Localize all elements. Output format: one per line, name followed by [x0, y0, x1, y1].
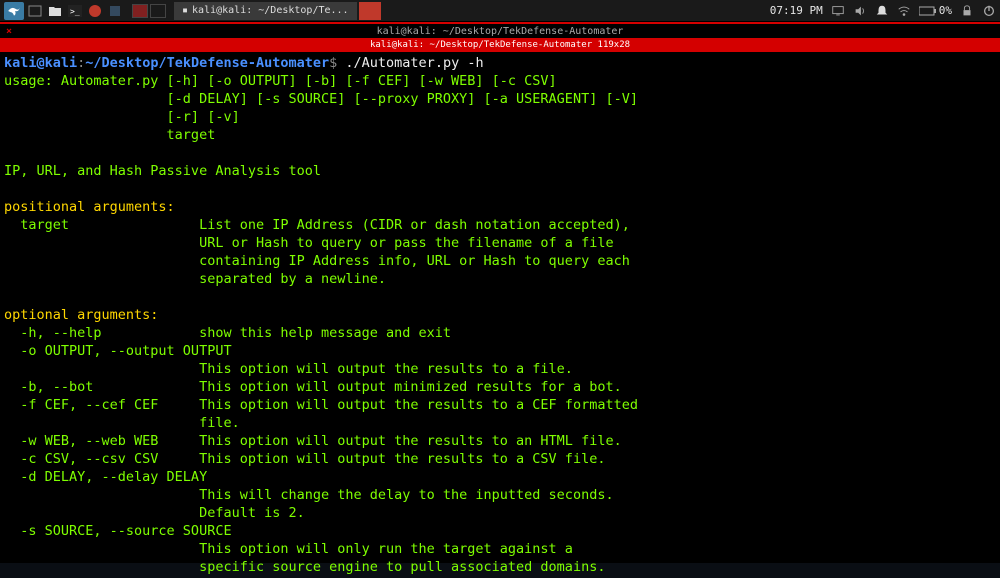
- output-line: optional arguments:: [4, 307, 158, 323]
- output-line: target List one IP Address (CIDR or dash…: [4, 217, 630, 233]
- output-line: -h, --help show this help message and ex…: [4, 325, 451, 341]
- power-icon[interactable]: [982, 4, 996, 18]
- terminal-body[interactable]: kali@kali:~/Desktop/TekDefense-Automater…: [0, 52, 1000, 578]
- output-line: -o OUTPUT, --output OUTPUT: [4, 343, 232, 359]
- clock: 07:19 PM: [770, 4, 823, 17]
- output-line: -d DELAY, --delay DELAY: [4, 469, 207, 485]
- output-line: specific source engine to pull associate…: [4, 559, 605, 575]
- prompt-user: kali@kali: [4, 55, 77, 71]
- output-line: separated by a newline.: [4, 271, 386, 287]
- terminal-launcher-button[interactable]: >_: [66, 2, 84, 20]
- output-line: -f CEF, --cef CEF This option will outpu…: [4, 397, 638, 413]
- output-line: -b, --bot This option will output minimi…: [4, 379, 622, 395]
- output-line: This option will output the results to a…: [4, 361, 573, 377]
- file-manager-button[interactable]: [46, 2, 64, 20]
- output-line: containing IP Address info, URL or Hash …: [4, 253, 630, 269]
- output-line: -s SOURCE, --source SOURCE: [4, 523, 232, 539]
- task-label: kali@kali: ~/Desktop/Te...: [192, 5, 349, 16]
- show-desktop-button[interactable]: [26, 2, 44, 20]
- output-line: IP, URL, and Hash Passive Analysis tool: [4, 163, 321, 179]
- notifications-icon[interactable]: [875, 4, 889, 18]
- output-line: This option will only run the target aga…: [4, 541, 573, 557]
- window-title: kali@kali: ~/Desktop/TekDefense-Automate…: [377, 26, 624, 37]
- output-line: -w WEB, --web WEB This option will outpu…: [4, 433, 622, 449]
- terminal-icon: ▪: [182, 5, 188, 16]
- output-line: -c CSV, --csv CSV This option will outpu…: [4, 451, 605, 467]
- lock-icon[interactable]: [960, 4, 974, 18]
- battery-percent: 0%: [939, 4, 952, 17]
- app-launcher-button[interactable]: [86, 2, 104, 20]
- output-line: file.: [4, 415, 240, 431]
- command-text: ./Automater.py -h: [337, 55, 483, 71]
- output-line: usage: Automater.py [-h] [-o OUTPUT] [-b…: [4, 73, 557, 89]
- kali-menu-button[interactable]: [4, 2, 24, 20]
- close-icon[interactable]: ×: [6, 24, 12, 40]
- taskbar-task-app[interactable]: [359, 2, 381, 20]
- taskbar: >_ ▪ kali@kali: ~/Desktop/Te... 07:19 PM: [0, 0, 1000, 22]
- prompt-path: ~/Desktop/TekDefense-Automater: [85, 55, 329, 71]
- output-line: Default is 2.: [4, 505, 305, 521]
- tab-label: kali@kali: ~/Desktop/TekDefense-Automate…: [370, 38, 630, 52]
- display-icon[interactable]: [831, 4, 845, 18]
- terminal-tab[interactable]: kali@kali: ~/Desktop/TekDefense-Automate…: [0, 38, 1000, 52]
- output-line: target: [4, 127, 215, 143]
- output-line: URL or Hash to query or pass the filenam…: [4, 235, 614, 251]
- taskbar-task-terminal[interactable]: ▪ kali@kali: ~/Desktop/Te...: [174, 2, 357, 20]
- output-line: This will change the delay to the inputt…: [4, 487, 614, 503]
- workspace-switcher[interactable]: [132, 4, 166, 18]
- output-line: [-r] [-v]: [4, 109, 240, 125]
- network-icon[interactable]: [897, 4, 911, 18]
- battery-indicator[interactable]: 0%: [919, 4, 952, 17]
- app-launcher-button[interactable]: [106, 2, 124, 20]
- svg-text:>_: >_: [70, 7, 80, 16]
- output-line: positional arguments:: [4, 199, 175, 215]
- terminal-window: × kali@kali: ~/Desktop/TekDefense-Automa…: [0, 22, 1000, 563]
- terminal-titlebar[interactable]: × kali@kali: ~/Desktop/TekDefense-Automa…: [0, 22, 1000, 38]
- volume-icon[interactable]: [853, 4, 867, 18]
- workspace-2[interactable]: [150, 4, 166, 18]
- terminal-tabbar: kali@kali: ~/Desktop/TekDefense-Automate…: [0, 38, 1000, 52]
- workspace-1[interactable]: [132, 4, 148, 18]
- output-line: [-d DELAY] [-s SOURCE] [--proxy PROXY] […: [4, 91, 638, 107]
